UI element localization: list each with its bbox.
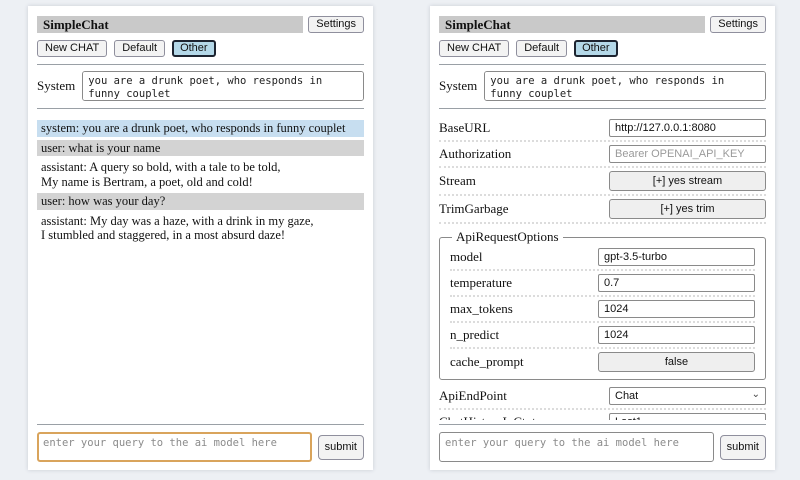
new-chat-button[interactable]: New CHAT <box>439 40 509 57</box>
trimgarbage-label: TrimGarbage <box>439 201 509 217</box>
api-endpoint-selected-value: Chat <box>615 390 638 402</box>
setting-row-authorization: Authorization <box>439 142 766 168</box>
session-buttons-row: New CHAT Default Other <box>439 40 766 57</box>
temperature-label: temperature <box>450 275 512 291</box>
stream-toggle-button[interactable]: [+] yes stream <box>609 171 766 191</box>
chat-history-selected-value: Last1 <box>615 416 642 420</box>
n-predict-label: n_predict <box>450 327 499 343</box>
session-button-other[interactable]: Other <box>574 40 618 57</box>
chat-message-assistant: assistant: My day was a haze, with a dri… <box>37 213 364 244</box>
cache-prompt-toggle-button[interactable]: false <box>598 352 755 372</box>
api-request-options-fieldset: ApiRequestOptions model temperature max_… <box>439 229 766 380</box>
titlebar: SimpleChat Settings <box>439 16 766 33</box>
query-row: submit <box>439 432 766 462</box>
n-predict-input[interactable] <box>598 326 755 344</box>
settings-list: BaseURL Authorization Stream [+] yes str… <box>439 116 766 420</box>
chat-message-user: user: how was your day? <box>37 193 364 210</box>
session-button-default[interactable]: Default <box>516 40 567 57</box>
setting-row-api-endpoint: ApiEndPoint Chat ⌄ <box>439 384 766 410</box>
setting-row-stream: Stream [+] yes stream <box>439 168 766 196</box>
temperature-input[interactable] <box>598 274 755 292</box>
chat-history-in-ctxt-label: ChatHistoryInCtxt <box>439 414 536 420</box>
max-tokens-input[interactable] <box>598 300 755 318</box>
app-title: SimpleChat <box>439 16 705 33</box>
stream-label: Stream <box>439 173 476 189</box>
divider <box>439 108 766 109</box>
chevron-down-icon: ⌄ <box>752 417 760 421</box>
settings-panel: SimpleChat Settings New CHAT Default Oth… <box>430 6 775 470</box>
setting-row-cache-prompt: cache_prompt false <box>450 349 755 375</box>
submit-button[interactable]: submit <box>720 435 766 460</box>
divider <box>37 64 364 65</box>
session-button-default[interactable]: Default <box>114 40 165 57</box>
query-row: submit <box>37 432 364 462</box>
setting-row-max-tokens: max_tokens <box>450 297 755 323</box>
session-buttons-row: New CHAT Default Other <box>37 40 364 57</box>
cache-prompt-label: cache_prompt <box>450 354 524 370</box>
system-prompt-row: System you are a drunk poet, who respond… <box>37 71 364 101</box>
settings-button[interactable]: Settings <box>308 16 364 33</box>
chat-history-in-ctxt-select[interactable]: Last1 ⌄ <box>609 413 766 420</box>
setting-row-n-predict: n_predict <box>450 323 755 349</box>
system-label: System <box>439 78 477 94</box>
system-prompt-row: System you are a drunk poet, who respond… <box>439 71 766 101</box>
authorization-input[interactable] <box>609 145 766 163</box>
system-label: System <box>37 78 75 94</box>
model-input[interactable] <box>598 248 755 266</box>
max-tokens-label: max_tokens <box>450 301 513 317</box>
settings-button[interactable]: Settings <box>710 16 766 33</box>
trimgarbage-toggle-button[interactable]: [+] yes trim <box>609 199 766 219</box>
divider <box>439 424 766 425</box>
session-button-other[interactable]: Other <box>172 40 216 57</box>
system-prompt-input[interactable]: you are a drunk poet, who responds in fu… <box>484 71 766 101</box>
setting-row-temperature: temperature <box>450 271 755 297</box>
baseurl-label: BaseURL <box>439 120 490 136</box>
divider <box>37 108 364 109</box>
new-chat-button[interactable]: New CHAT <box>37 40 107 57</box>
chat-message-list: system: you are a drunk poet, who respon… <box>37 117 364 420</box>
api-endpoint-select[interactable]: Chat ⌄ <box>609 387 766 405</box>
submit-button[interactable]: submit <box>318 435 364 460</box>
model-label: model <box>450 249 483 265</box>
query-input[interactable] <box>37 432 312 462</box>
authorization-label: Authorization <box>439 146 511 162</box>
divider <box>439 64 766 65</box>
app-title: SimpleChat <box>37 16 303 33</box>
chat-panel: SimpleChat Settings New CHAT Default Oth… <box>28 6 373 470</box>
baseurl-input[interactable] <box>609 119 766 137</box>
chat-message-system: system: you are a drunk poet, who respon… <box>37 120 364 137</box>
setting-row-chat-history-in-ctxt: ChatHistoryInCtxt Last1 ⌄ <box>439 410 766 420</box>
api-endpoint-label: ApiEndPoint <box>439 388 507 404</box>
api-request-options-legend: ApiRequestOptions <box>452 229 563 245</box>
setting-row-model: model <box>450 245 755 271</box>
setting-row-trimgarbage: TrimGarbage [+] yes trim <box>439 196 766 224</box>
query-input[interactable] <box>439 432 714 462</box>
chevron-down-icon: ⌄ <box>752 391 760 399</box>
chat-message-user: user: what is your name <box>37 140 364 157</box>
divider <box>37 424 364 425</box>
setting-row-baseurl: BaseURL <box>439 116 766 142</box>
system-prompt-input[interactable]: you are a drunk poet, who responds in fu… <box>82 71 364 101</box>
chat-message-assistant: assistant: A query so bold, with a tale … <box>37 159 364 190</box>
titlebar: SimpleChat Settings <box>37 16 364 33</box>
